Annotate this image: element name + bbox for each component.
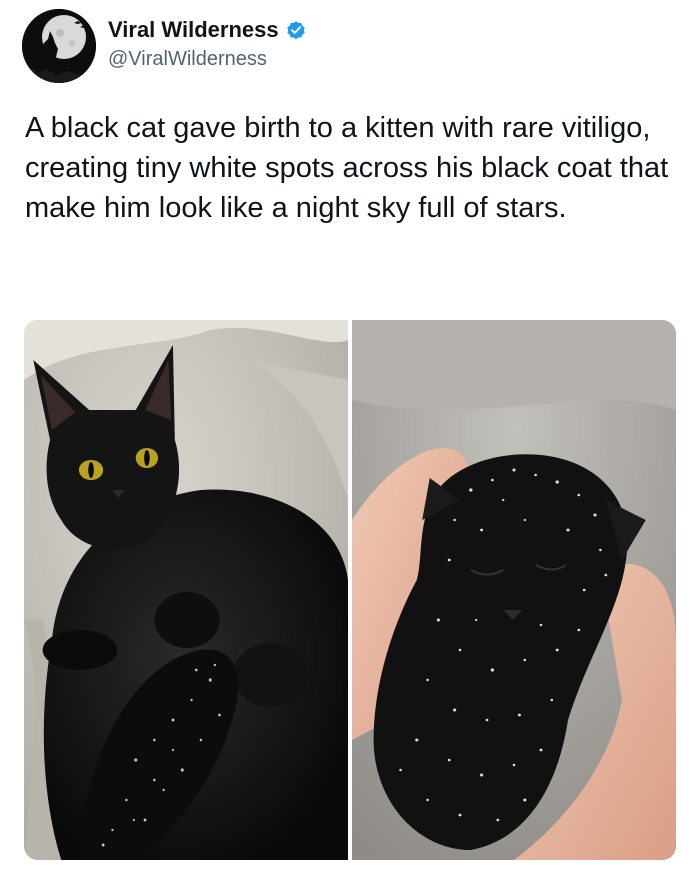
tweet-text: A black cat gave birth to a kitten with … bbox=[25, 112, 669, 224]
photo-black-cat-nursing-kittens[interactable] bbox=[24, 320, 348, 860]
tweet-media bbox=[24, 320, 676, 860]
author-avatar[interactable] bbox=[22, 9, 96, 83]
author-handle[interactable]: @ViralWilderness bbox=[108, 47, 307, 71]
photo-speckled-kitten-in-hand[interactable] bbox=[352, 320, 676, 860]
kitten-photo-image bbox=[352, 320, 676, 860]
tweet-header: Viral Wilderness @ViralWilderness bbox=[22, 9, 682, 85]
author-display-name[interactable]: Viral Wilderness bbox=[108, 17, 279, 43]
cat-photo-image bbox=[24, 320, 348, 860]
verified-badge-icon bbox=[286, 21, 305, 40]
wolf-howling-moon-icon bbox=[22, 9, 96, 83]
